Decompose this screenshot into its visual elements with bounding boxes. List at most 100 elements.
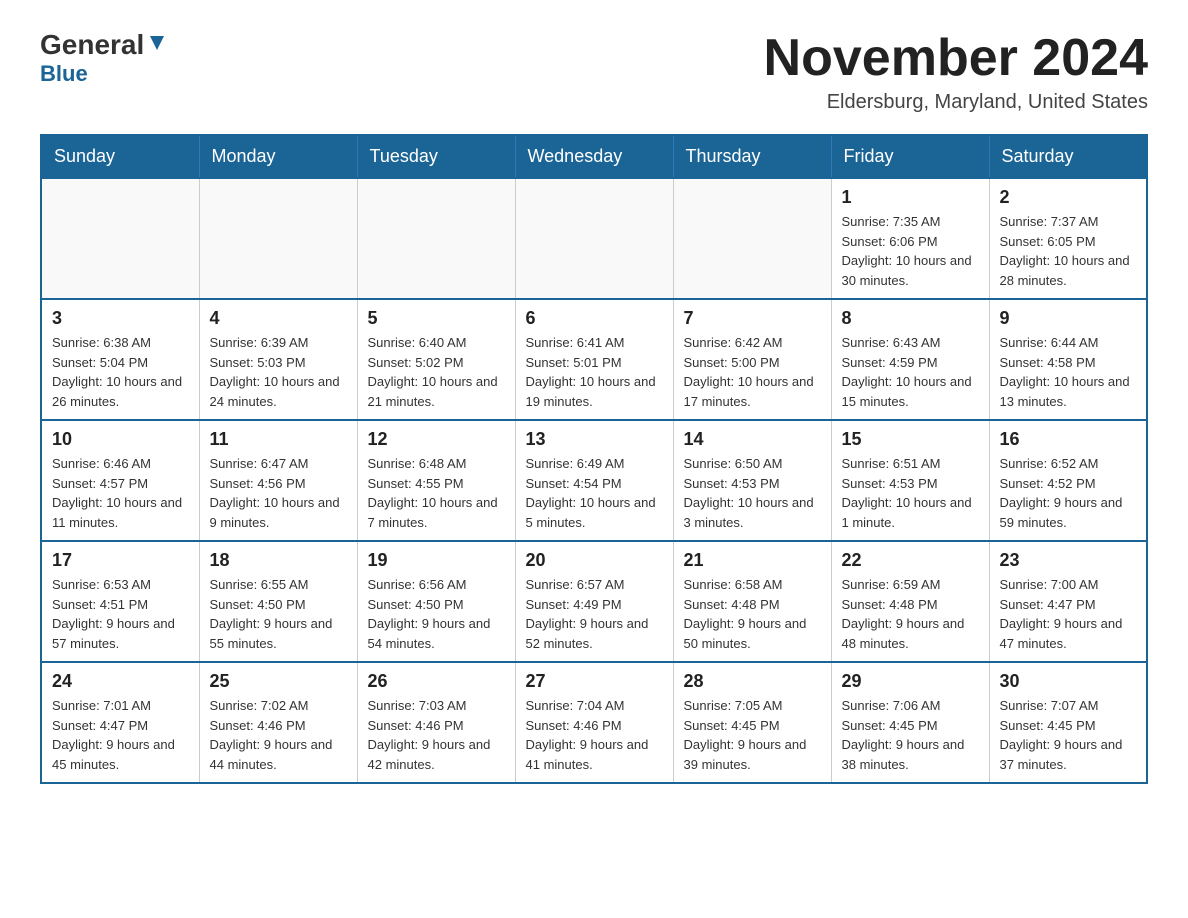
calendar-day-cell: 25 Sunrise: 7:02 AM Sunset: 4:46 PM Dayli… (199, 662, 357, 783)
calendar-day-cell (673, 178, 831, 299)
title-area: November 2024 Eldersburg, Maryland, Unit… (764, 30, 1148, 114)
day-info: Sunrise: 6:55 AM Sunset: 4:50 PM Dayligh… (210, 575, 347, 653)
calendar-day-cell: 21Sunrise: 6:58 AM Sunset: 4:48 PM Dayli… (673, 541, 831, 662)
day-number: 26 (368, 671, 505, 692)
day-number: 16 (1000, 429, 1137, 450)
calendar-day-cell: 15Sunrise: 6:51 AM Sunset: 4:53 PM Dayli… (831, 420, 989, 541)
day-number: 28 (684, 671, 821, 692)
day-number: 19 (368, 550, 505, 571)
logo-general: General (40, 30, 144, 61)
calendar-day-cell (357, 178, 515, 299)
day-info: Sunrise: 7:35 AM Sunset: 6:06 PM Dayligh… (842, 212, 979, 290)
day-info: Sunrise: 6:52 AM Sunset: 4:52 PM Dayligh… (1000, 454, 1137, 532)
calendar-day-cell: 6 Sunrise: 6:41 AM Sunset: 5:01 PM Daylig… (515, 299, 673, 420)
calendar-day-cell: 4 Sunrise: 6:39 AM Sunset: 5:03 PM Daylig… (199, 299, 357, 420)
day-number: 27 (526, 671, 663, 692)
logo: General Blue (40, 30, 168, 87)
calendar-day-cell: 5Sunrise: 6:40 AM Sunset: 5:02 PM Daylig… (357, 299, 515, 420)
day-info: Sunrise: 6:50 AM Sunset: 4:53 PM Dayligh… (684, 454, 821, 532)
day-info: Sunrise: 6:49 AM Sunset: 4:54 PM Dayligh… (526, 454, 663, 532)
calendar-day-cell: 3Sunrise: 6:38 AM Sunset: 5:04 PM Daylig… (41, 299, 199, 420)
calendar-day-cell: 9 Sunrise: 6:44 AM Sunset: 4:58 PM Daylig… (989, 299, 1147, 420)
day-info: Sunrise: 7:07 AM Sunset: 4:45 PM Dayligh… (1000, 696, 1137, 774)
day-number: 6 (526, 308, 663, 329)
day-of-week-header: Monday (199, 135, 357, 178)
day-number: 29 (842, 671, 979, 692)
location: Eldersburg, Maryland, United States (764, 91, 1148, 114)
calendar-day-cell: 20Sunrise: 6:57 AM Sunset: 4:49 PM Dayli… (515, 541, 673, 662)
day-number: 25 (210, 671, 347, 692)
calendar-day-cell: 30 Sunrise: 7:07 AM Sunset: 4:45 PM Dayli… (989, 662, 1147, 783)
day-number: 18 (210, 550, 347, 571)
calendar-day-cell: 16 Sunrise: 6:52 AM Sunset: 4:52 PM Dayli… (989, 420, 1147, 541)
day-number: 20 (526, 550, 663, 571)
logo-blue: Blue (40, 61, 88, 87)
day-info: Sunrise: 6:41 AM Sunset: 5:01 PM Dayligh… (526, 333, 663, 411)
day-of-week-header: Saturday (989, 135, 1147, 178)
day-info: Sunrise: 6:40 AM Sunset: 5:02 PM Dayligh… (368, 333, 505, 411)
calendar-day-cell: 27 Sunrise: 7:04 AM Sunset: 4:46 PM Dayli… (515, 662, 673, 783)
day-number: 23 (1000, 550, 1137, 571)
day-number: 7 (684, 308, 821, 329)
calendar-day-cell: 11 Sunrise: 6:47 AM Sunset: 4:56 PM Dayli… (199, 420, 357, 541)
day-number: 11 (210, 429, 347, 450)
day-number: 8 (842, 308, 979, 329)
calendar-day-cell: 17 Sunrise: 6:53 AM Sunset: 4:51 PM Dayli… (41, 541, 199, 662)
day-info: Sunrise: 7:00 AM Sunset: 4:47 PM Dayligh… (1000, 575, 1137, 653)
day-info: Sunrise: 7:37 AM Sunset: 6:05 PM Dayligh… (1000, 212, 1137, 290)
day-of-week-header: Sunday (41, 135, 199, 178)
day-number: 30 (1000, 671, 1137, 692)
day-info: Sunrise: 7:01 AM Sunset: 4:47 PM Dayligh… (52, 696, 189, 774)
day-number: 15 (842, 429, 979, 450)
day-number: 1 (842, 187, 979, 208)
day-number: 13 (526, 429, 663, 450)
calendar-table: SundayMondayTuesdayWednesdayThursdayFrid… (40, 134, 1148, 784)
day-info: Sunrise: 6:46 AM Sunset: 4:57 PM Dayligh… (52, 454, 189, 532)
day-info: Sunrise: 6:59 AM Sunset: 4:48 PM Dayligh… (842, 575, 979, 653)
day-of-week-header: Wednesday (515, 135, 673, 178)
calendar-day-cell: 28 Sunrise: 7:05 AM Sunset: 4:45 PM Dayli… (673, 662, 831, 783)
calendar-header-row: SundayMondayTuesdayWednesdayThursdayFrid… (41, 135, 1147, 178)
calendar-week-row: 10 Sunrise: 6:46 AM Sunset: 4:57 PM Dayli… (41, 420, 1147, 541)
day-info: Sunrise: 6:58 AM Sunset: 4:48 PM Dayligh… (684, 575, 821, 653)
calendar-day-cell: 2Sunrise: 7:37 AM Sunset: 6:05 PM Daylig… (989, 178, 1147, 299)
calendar-day-cell: 10 Sunrise: 6:46 AM Sunset: 4:57 PM Dayli… (41, 420, 199, 541)
calendar-day-cell: 22 Sunrise: 6:59 AM Sunset: 4:48 PM Dayli… (831, 541, 989, 662)
day-info: Sunrise: 7:05 AM Sunset: 4:45 PM Dayligh… (684, 696, 821, 774)
calendar-day-cell: 12 Sunrise: 6:48 AM Sunset: 4:55 PM Dayli… (357, 420, 515, 541)
day-info: Sunrise: 7:04 AM Sunset: 4:46 PM Dayligh… (526, 696, 663, 774)
day-number: 3 (52, 308, 189, 329)
calendar-week-row: 3Sunrise: 6:38 AM Sunset: 5:04 PM Daylig… (41, 299, 1147, 420)
calendar-day-cell: 24 Sunrise: 7:01 AM Sunset: 4:47 PM Dayli… (41, 662, 199, 783)
calendar-day-cell: 18 Sunrise: 6:55 AM Sunset: 4:50 PM Dayli… (199, 541, 357, 662)
month-title: November 2024 (764, 30, 1148, 87)
day-number: 4 (210, 308, 347, 329)
day-info: Sunrise: 6:53 AM Sunset: 4:51 PM Dayligh… (52, 575, 189, 653)
day-number: 10 (52, 429, 189, 450)
calendar-day-cell: 29Sunrise: 7:06 AM Sunset: 4:45 PM Dayli… (831, 662, 989, 783)
calendar-day-cell: 23 Sunrise: 7:00 AM Sunset: 4:47 PM Dayli… (989, 541, 1147, 662)
day-info: Sunrise: 6:44 AM Sunset: 4:58 PM Dayligh… (1000, 333, 1137, 411)
calendar-day-cell (41, 178, 199, 299)
day-info: Sunrise: 6:47 AM Sunset: 4:56 PM Dayligh… (210, 454, 347, 532)
day-info: Sunrise: 6:48 AM Sunset: 4:55 PM Dayligh… (368, 454, 505, 532)
day-number: 17 (52, 550, 189, 571)
day-info: Sunrise: 6:39 AM Sunset: 5:03 PM Dayligh… (210, 333, 347, 411)
page-header: General Blue November 2024 Eldersburg, M… (40, 30, 1148, 114)
logo-triangle-icon (146, 32, 168, 54)
calendar-day-cell: 13 Sunrise: 6:49 AM Sunset: 4:54 PM Dayli… (515, 420, 673, 541)
day-number: 9 (1000, 308, 1137, 329)
day-number: 22 (842, 550, 979, 571)
day-number: 24 (52, 671, 189, 692)
calendar-week-row: 17 Sunrise: 6:53 AM Sunset: 4:51 PM Dayli… (41, 541, 1147, 662)
calendar-day-cell: 1 Sunrise: 7:35 AM Sunset: 6:06 PM Daylig… (831, 178, 989, 299)
calendar-day-cell: 14 Sunrise: 6:50 AM Sunset: 4:53 PM Dayli… (673, 420, 831, 541)
day-info: Sunrise: 6:42 AM Sunset: 5:00 PM Dayligh… (684, 333, 821, 411)
day-of-week-header: Friday (831, 135, 989, 178)
day-number: 14 (684, 429, 821, 450)
calendar-week-row: 1 Sunrise: 7:35 AM Sunset: 6:06 PM Daylig… (41, 178, 1147, 299)
day-info: Sunrise: 7:03 AM Sunset: 4:46 PM Dayligh… (368, 696, 505, 774)
day-number: 12 (368, 429, 505, 450)
day-of-week-header: Thursday (673, 135, 831, 178)
day-info: Sunrise: 7:02 AM Sunset: 4:46 PM Dayligh… (210, 696, 347, 774)
